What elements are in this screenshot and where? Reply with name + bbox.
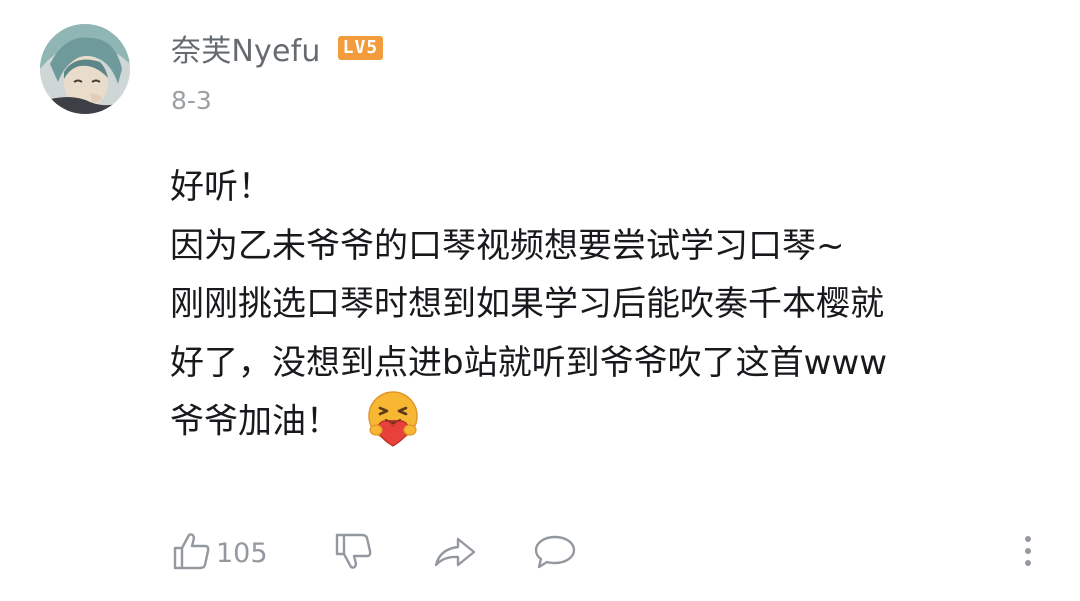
dislike-button[interactable]	[332, 528, 376, 578]
reply-icon	[532, 529, 578, 577]
content-line: 好了，没想到点进b站就听到爷爷吹了这首www	[170, 342, 888, 383]
level-badge: LV5	[337, 36, 384, 60]
like-button[interactable]: 105	[170, 528, 268, 578]
content-line: 因为乙未爷爷的口琴视频想要尝试学习口琴~	[170, 225, 845, 266]
content-line: 好听！	[170, 167, 272, 207]
username[interactable]: 奈芙Nyefu	[171, 26, 321, 70]
content-line: 刚刚挑选口琴时想到如果学习后能吹奏千本樱就	[170, 284, 884, 324]
comment-date: 8-3	[171, 86, 212, 115]
reply-button[interactable]	[532, 528, 578, 578]
comment-actions: 105	[0, 528, 1080, 578]
content-line-text: 爷爷加油！	[170, 401, 340, 442]
more-button[interactable]	[1018, 528, 1038, 578]
like-count: 105	[216, 537, 268, 569]
username-row: 奈芙Nyefu LV5	[171, 26, 384, 70]
thumbs-up-icon	[170, 529, 214, 577]
comment-content: 好听！ 因为乙未爷爷的口琴视频想要尝试学习口琴~ 刚刚挑选口琴时想到如果学习后能…	[170, 158, 1050, 451]
more-vertical-icon	[1018, 529, 1038, 577]
thumbs-down-icon	[332, 529, 376, 577]
comment-card: 奈芙Nyefu LV5 8-3 好听！ 因为乙未爷爷的口琴视频想要尝试学习口琴~…	[0, 0, 1080, 601]
share-icon	[432, 529, 478, 577]
avatar[interactable]	[40, 24, 130, 114]
share-button[interactable]	[432, 528, 478, 578]
hug-heart-emoji	[362, 388, 424, 450]
content-line-last: 爷爷加油！	[170, 391, 1050, 451]
